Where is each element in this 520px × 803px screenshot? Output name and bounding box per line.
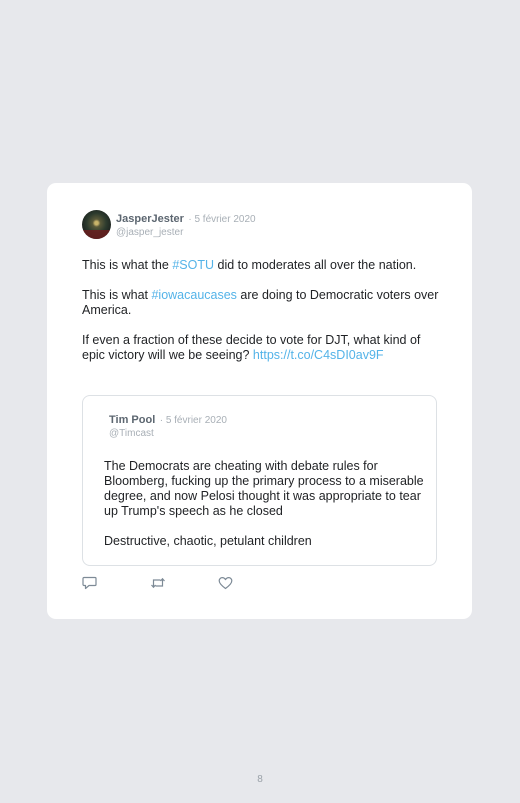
- retweet-icon[interactable]: [150, 576, 165, 590]
- tweet-paragraph: This is what the #SOTU did to moderates …: [82, 258, 442, 273]
- text-span: did to moderates all over the nation.: [214, 258, 417, 272]
- action-bar: [82, 576, 286, 590]
- tweet-date[interactable]: 5 février 2020: [194, 214, 255, 225]
- tweet-paragraph: If even a fraction of these decide to vo…: [82, 333, 442, 363]
- page-number: 8: [257, 774, 263, 785]
- reply-icon[interactable]: [82, 576, 97, 590]
- tweet-card: JasperJester · 5 février 2020 @jasper_je…: [47, 183, 472, 619]
- tweet-text: This is what the #SOTU did to moderates …: [82, 258, 442, 378]
- quoted-display-name[interactable]: Tim Pool: [109, 414, 155, 426]
- quoted-date[interactable]: 5 février 2020: [166, 415, 227, 426]
- quoted-text: The Democrats are cheating with debate r…: [104, 459, 424, 564]
- tweet-header: JasperJester · 5 février 2020 @jasper_je…: [82, 210, 256, 239]
- url-link[interactable]: https://t.co/C4sDI0av9F: [253, 348, 384, 362]
- hashtag-link[interactable]: #iowacaucases: [151, 288, 236, 302]
- quoted-handle[interactable]: @Timcast: [109, 427, 227, 440]
- text-span: This is what: [82, 288, 152, 302]
- quoted-paragraph: The Democrats are cheating with debate r…: [104, 459, 424, 518]
- display-name[interactable]: JasperJester: [116, 213, 184, 225]
- quoted-tweet[interactable]: Tim Pool · 5 février 2020 @Timcast The D…: [82, 395, 437, 566]
- quoted-paragraph: Destructive, chaotic, petulant children: [104, 534, 312, 548]
- quoted-author-block: Tim Pool · 5 février 2020 @Timcast: [109, 412, 227, 440]
- handle[interactable]: @jasper_jester: [116, 226, 256, 239]
- avatar[interactable]: [82, 210, 111, 239]
- author-block: JasperJester · 5 février 2020 @jasper_je…: [116, 211, 256, 239]
- tweet-paragraph: This is what #iowacaucases are doing to …: [82, 288, 442, 318]
- like-icon[interactable]: [218, 576, 233, 590]
- hashtag-link[interactable]: #SOTU: [172, 258, 214, 272]
- text-span: This is what the: [82, 258, 173, 272]
